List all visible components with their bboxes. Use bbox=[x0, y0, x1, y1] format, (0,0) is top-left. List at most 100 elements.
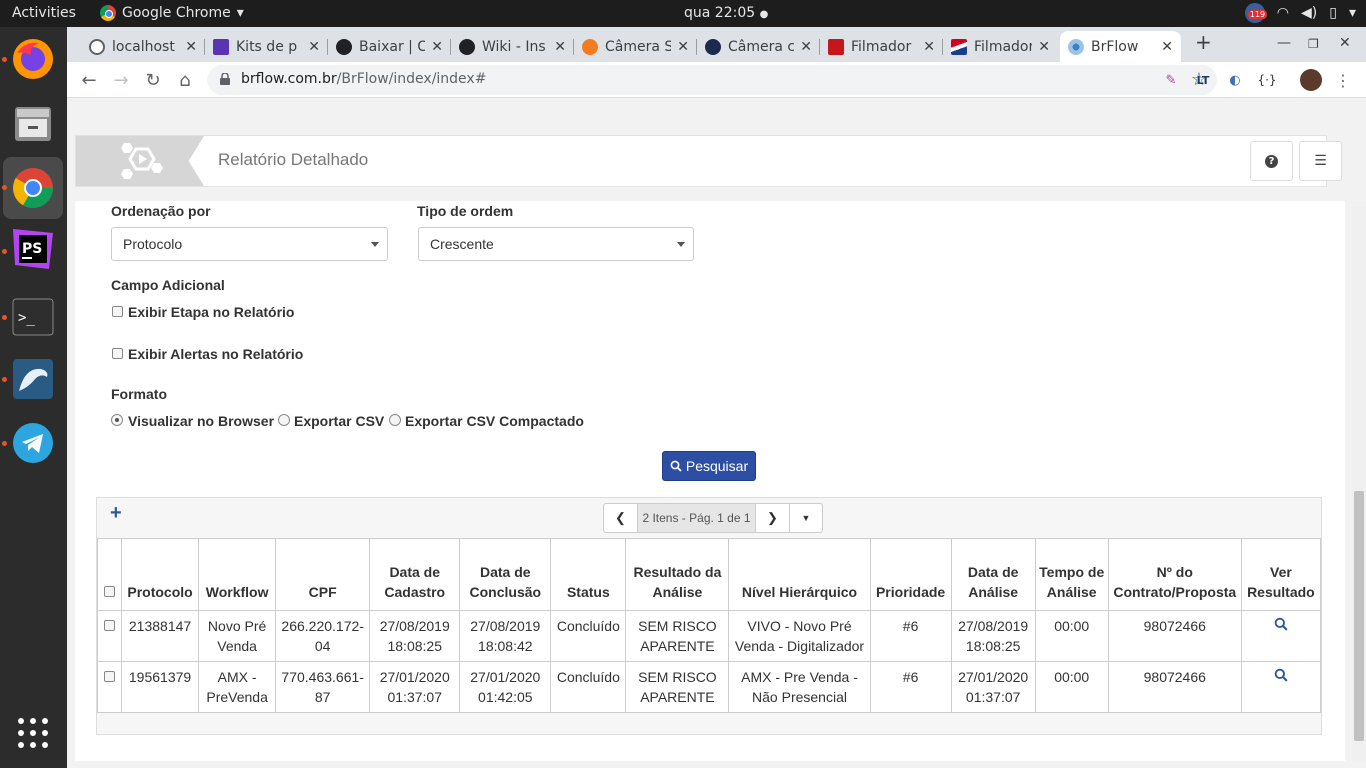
col-workflow[interactable]: Workflow bbox=[198, 538, 277, 611]
show-alerts-checkbox[interactable] bbox=[112, 348, 123, 359]
show-applications-button[interactable] bbox=[9, 709, 57, 757]
mysql-workbench-launcher[interactable] bbox=[9, 355, 57, 403]
row-checkbox[interactable] bbox=[104, 620, 115, 631]
cell-cpf: 266.220.172-04 bbox=[275, 610, 371, 662]
system-tray[interactable]: 119 ◠ ◀) ▯ ▾ bbox=[1244, 3, 1356, 23]
running-indicator bbox=[2, 377, 7, 382]
add-icon[interactable]: + bbox=[110, 502, 122, 525]
col-status[interactable]: Status bbox=[550, 538, 627, 611]
close-window-button[interactable]: ✕ bbox=[1339, 35, 1351, 51]
tab-strip: localhost ✕ Kits de p ✕ Baixar | C ✕ Wik… bbox=[67, 27, 1366, 62]
tab-camera-2[interactable]: Câmera c ✕ bbox=[697, 31, 820, 62]
firefox-launcher[interactable] bbox=[9, 35, 57, 83]
tab-kits[interactable]: Kits de p ✕ bbox=[205, 31, 328, 62]
search-icon[interactable] bbox=[1274, 617, 1288, 631]
home-button[interactable]: ⌂ bbox=[173, 68, 197, 92]
kebab-menu-icon[interactable]: ⋮ bbox=[1333, 70, 1353, 90]
back-button[interactable]: ← bbox=[77, 68, 101, 92]
volume-icon: ◀) bbox=[1301, 5, 1318, 21]
obs-icon bbox=[336, 38, 352, 55]
close-icon[interactable]: ✕ bbox=[431, 39, 443, 55]
cell-contrato: 98072466 bbox=[1107, 661, 1242, 713]
close-icon[interactable]: ✕ bbox=[554, 39, 566, 55]
extension-icon[interactable]: ◐ bbox=[1225, 70, 1245, 90]
close-icon[interactable]: ✕ bbox=[1161, 39, 1173, 55]
format-label: Formato bbox=[111, 386, 167, 402]
json-extension-icon[interactable]: {·} bbox=[1257, 70, 1277, 90]
format-browser-radio[interactable] bbox=[111, 414, 123, 426]
close-icon[interactable]: ✕ bbox=[1038, 39, 1050, 55]
search-button[interactable]: Pesquisar bbox=[662, 451, 756, 481]
tab-wiki[interactable]: Wiki - Ins ✕ bbox=[451, 31, 574, 62]
tab-filmador-2[interactable]: Filmador ✕ bbox=[943, 31, 1058, 62]
col-data-conclusao[interactable]: Data de Conclusão bbox=[459, 538, 552, 611]
cell-status: Concluído bbox=[550, 661, 627, 713]
prev-page-button[interactable]: ❮ bbox=[604, 504, 638, 532]
page-scrollbar[interactable] bbox=[1352, 201, 1366, 761]
col-tempo[interactable]: Tempo de Análise bbox=[1034, 538, 1109, 611]
app-name: Google Chrome bbox=[122, 5, 231, 21]
app-menu[interactable]: Google Chrome ▾ bbox=[100, 5, 244, 21]
table-header-row: Protocolo Workflow CPF Data de Cadastro … bbox=[96, 538, 1322, 611]
close-icon[interactable]: ✕ bbox=[923, 39, 935, 55]
col-nivel[interactable]: Nível Hierárquico bbox=[728, 538, 871, 611]
avatar[interactable] bbox=[1300, 69, 1322, 91]
cell-data-conclusao: 27/08/2019 18:08:42 bbox=[459, 610, 552, 662]
help-button[interactable]: ? bbox=[1250, 141, 1293, 181]
col-cpf[interactable]: CPF bbox=[275, 538, 371, 611]
order-type-value: Crescente bbox=[430, 236, 494, 252]
logo-hexagons-icon bbox=[121, 143, 163, 179]
tab-label: Baixar | C bbox=[359, 38, 426, 55]
url-domain: brflow.com.br bbox=[241, 71, 337, 87]
tab-brflow[interactable]: BrFlow ✕ bbox=[1060, 31, 1181, 62]
report-form: Ordenação por Protocolo Tipo de ordem Cr… bbox=[75, 201, 1345, 761]
order-type-select[interactable]: Crescente bbox=[418, 227, 694, 261]
close-icon[interactable]: ✕ bbox=[800, 39, 812, 55]
tab-localhost[interactable]: localhost ✕ bbox=[81, 31, 205, 62]
show-stage-checkbox[interactable] bbox=[112, 306, 123, 317]
next-page-button[interactable]: ❯ bbox=[756, 504, 790, 532]
close-icon[interactable]: ✕ bbox=[308, 39, 320, 55]
row-checkbox[interactable] bbox=[104, 671, 115, 682]
telegram-launcher[interactable] bbox=[9, 419, 57, 467]
format-csv-radio[interactable] bbox=[278, 414, 290, 426]
order-by-select[interactable]: Protocolo bbox=[111, 227, 388, 261]
pager-options-button[interactable]: ▼ bbox=[790, 504, 822, 532]
new-tab-button[interactable]: + bbox=[1195, 30, 1212, 54]
minimize-button[interactable]: — bbox=[1277, 35, 1291, 51]
show-stage-label: Exibir Etapa no Relatório bbox=[128, 304, 295, 320]
col-resultado[interactable]: Resultado da Análise bbox=[625, 538, 730, 611]
clock[interactable]: qua 22:05 ● bbox=[684, 5, 768, 21]
notification-count: 119 bbox=[1247, 10, 1268, 19]
maximize-button[interactable]: ❐ bbox=[1308, 37, 1319, 51]
select-all-checkbox[interactable] bbox=[104, 586, 115, 597]
tab-filmador-1[interactable]: Filmador ✕ bbox=[820, 31, 943, 62]
search-icon[interactable] bbox=[1274, 668, 1288, 682]
scrollbar-thumb[interactable] bbox=[1354, 491, 1364, 741]
address-bar[interactable]: brflow.com.br/BrFlow/index/index# ☆ bbox=[207, 65, 1217, 95]
tab-camera-1[interactable]: Câmera S ✕ bbox=[574, 31, 697, 62]
format-csv-compact-radio[interactable] bbox=[389, 414, 401, 426]
battery-icon: ▯ bbox=[1329, 5, 1337, 21]
col-prioridade[interactable]: Prioridade bbox=[869, 538, 952, 611]
col-data-analise[interactable]: Data de Análise bbox=[950, 538, 1036, 611]
terminal-launcher[interactable]: >_ bbox=[9, 293, 57, 341]
menu-list-button[interactable]: ☰ bbox=[1299, 141, 1342, 181]
lt-extension-icon[interactable]: LT bbox=[1193, 70, 1213, 90]
files-launcher[interactable] bbox=[9, 99, 57, 147]
quill-extension-icon[interactable]: ✎ bbox=[1161, 70, 1181, 90]
forward-button[interactable]: → bbox=[109, 68, 133, 92]
col-contrato[interactable]: Nº do Contrato/Proposta bbox=[1107, 538, 1242, 611]
activities-button[interactable]: Activities bbox=[12, 5, 76, 21]
close-icon[interactable]: ✕ bbox=[677, 39, 689, 55]
tab-label: Câmera S bbox=[605, 38, 672, 55]
phpstorm-launcher[interactable]: PS bbox=[9, 225, 57, 273]
close-icon[interactable]: ✕ bbox=[185, 39, 197, 55]
tab-baixar[interactable]: Baixar | C ✕ bbox=[328, 31, 451, 62]
col-protocolo[interactable]: Protocolo bbox=[121, 538, 200, 611]
col-data-cadastro[interactable]: Data de Cadastro bbox=[369, 538, 461, 611]
reload-button[interactable]: ↻ bbox=[141, 68, 165, 92]
pager: ❮ 2 Itens - Pág. 1 de 1 ❯ ▼ bbox=[603, 503, 823, 533]
chrome-launcher[interactable] bbox=[3, 157, 63, 219]
row-select-cell bbox=[96, 661, 123, 713]
